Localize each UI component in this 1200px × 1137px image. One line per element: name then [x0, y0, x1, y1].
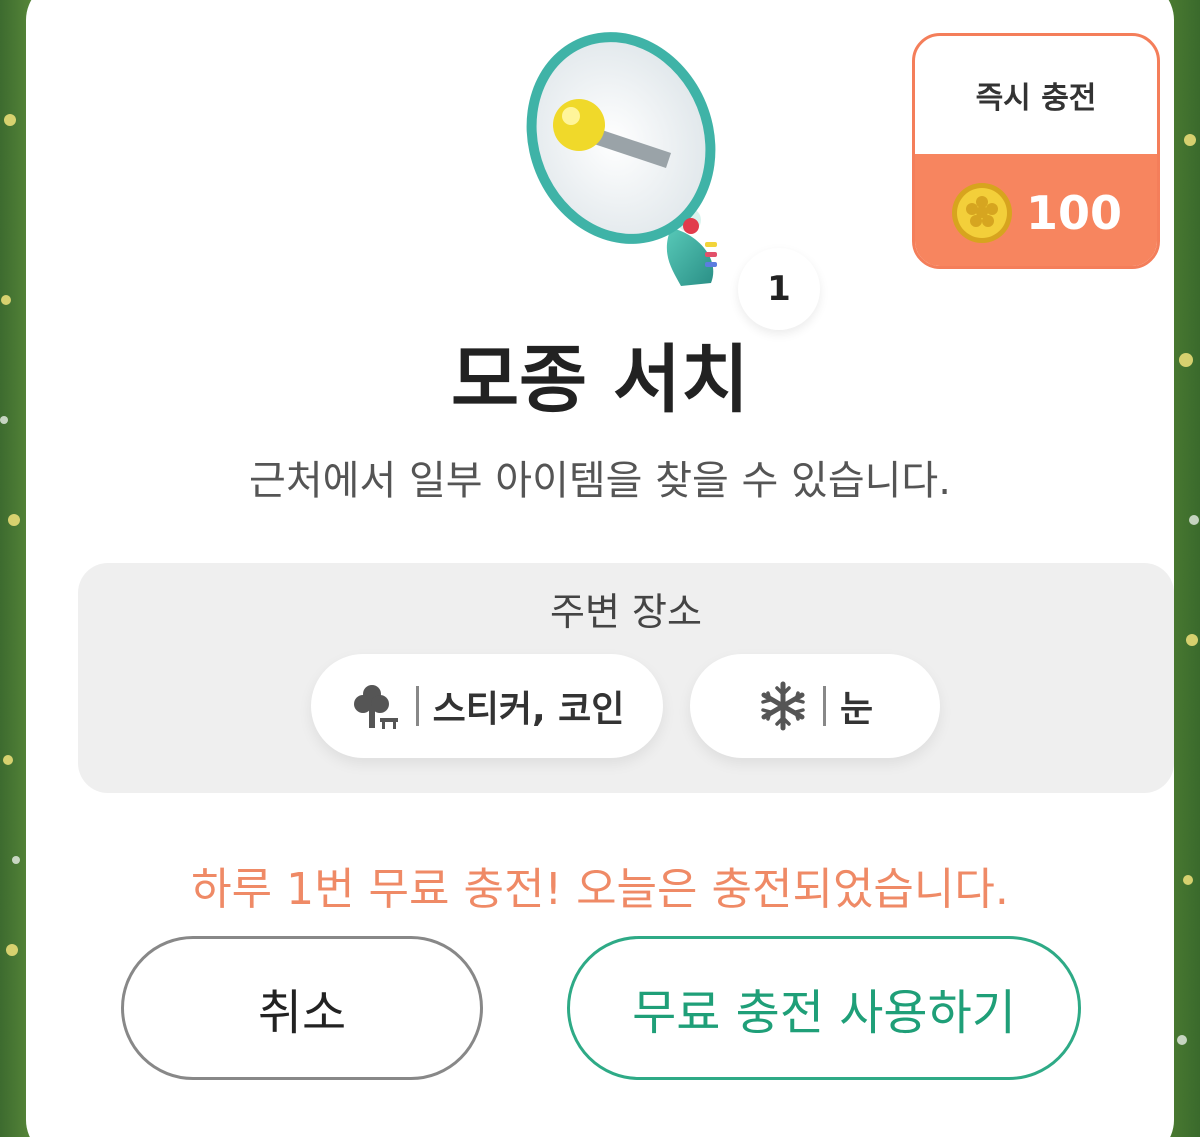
- tree-park-icon: [353, 685, 398, 729]
- item-title: 모종 서치: [450, 337, 750, 423]
- item-description: 근처에서 일부 아이템을 찾을 수 있습니다.: [249, 458, 951, 504]
- place-label: 스티커, 코인: [432, 689, 625, 730]
- megaphone-icon: [521, 28, 751, 293]
- item-use-dialog: 1 즉시 충전 100 모종 서치 근처에서 일부 아이템을 찾을 수 있습니다…: [26, 0, 1174, 1137]
- nearby-places-title: 주변 장소: [550, 590, 702, 634]
- instant-charge-price-row: 100: [915, 154, 1157, 266]
- free-charge-notice: 하루 1번 무료 충전! 오늘은 충전되었습니다.: [191, 864, 1009, 915]
- place-pill-snow: 눈: [690, 654, 940, 758]
- cancel-button[interactable]: 취소: [121, 936, 483, 1080]
- pill-separator: [415, 686, 419, 726]
- place-label: 눈: [839, 689, 874, 730]
- nearby-places-panel: 주변 장소 스티커, 코인 눈: [78, 563, 1174, 793]
- snowflake-icon: [761, 681, 805, 731]
- instant-charge-button[interactable]: 즉시 충전 100: [912, 33, 1160, 269]
- use-free-charge-button[interactable]: 무료 충전 사용하기: [567, 936, 1081, 1080]
- coin-icon: [951, 183, 1012, 243]
- pill-separator: [822, 686, 826, 726]
- instant-charge-title: 즉시 충전: [975, 81, 1097, 116]
- item-count-badge: 1: [738, 248, 820, 330]
- place-pill-park: 스티커, 코인: [311, 654, 663, 758]
- instant-charge-price: 100: [1025, 186, 1123, 240]
